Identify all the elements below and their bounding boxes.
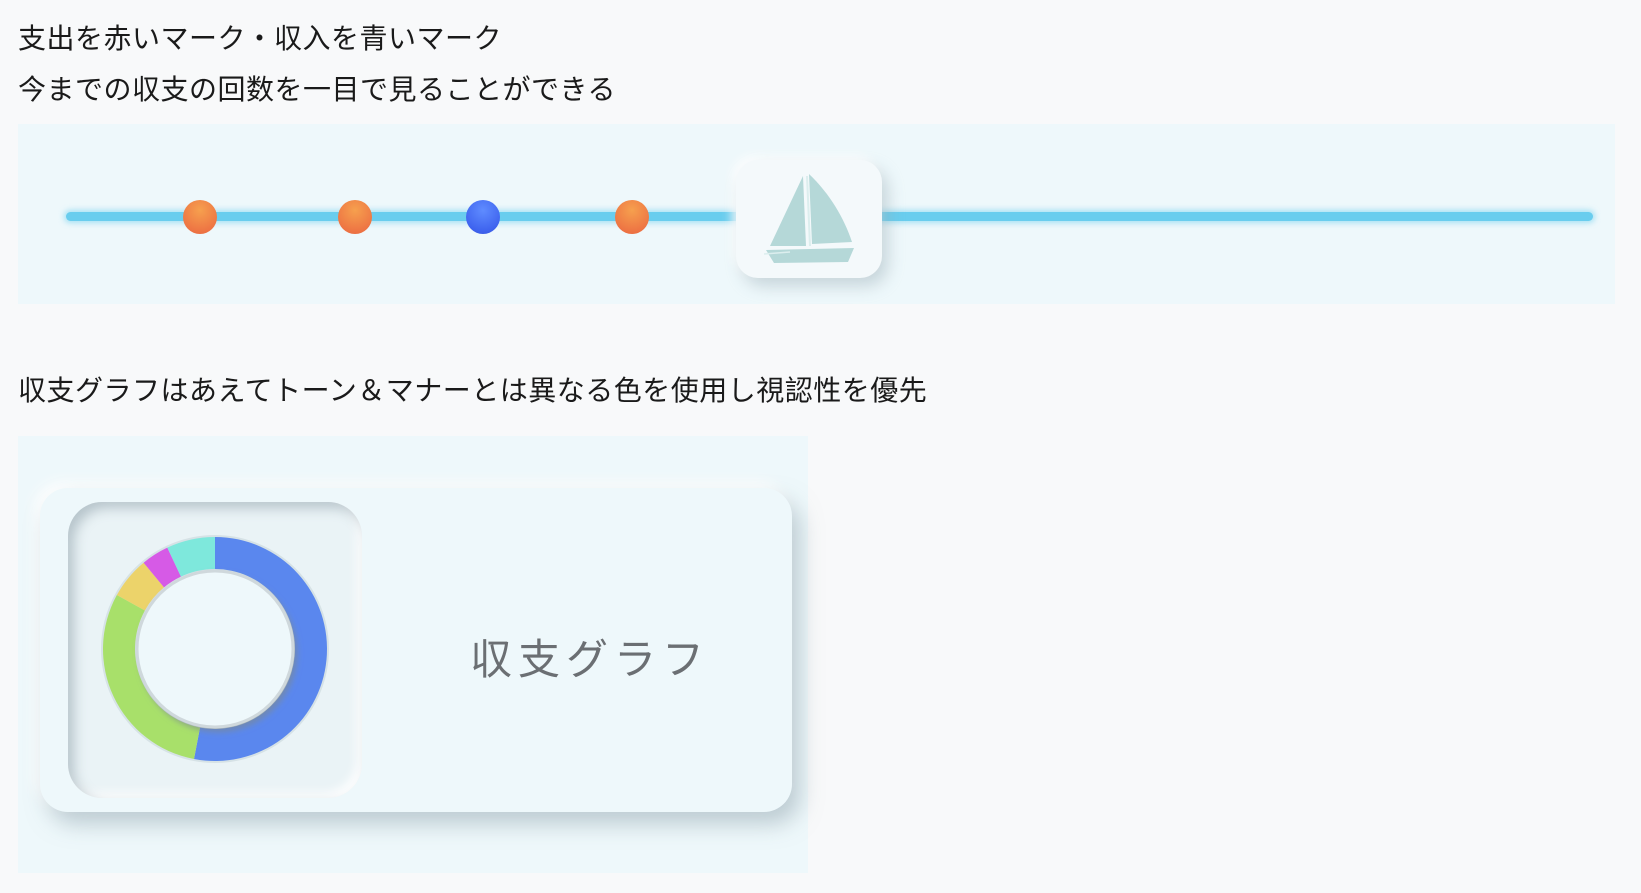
graph-panel: 収支グラフ [18, 436, 808, 873]
graph-card-label: 収支グラフ [470, 635, 711, 684]
expense-marker[interactable] [615, 200, 649, 234]
income-marker[interactable] [466, 200, 500, 234]
timeline-panel [18, 124, 1615, 304]
donut-center [135, 569, 295, 729]
caption-history-count: 今までの収支の回数を一目で見ることができる [18, 73, 616, 106]
sailboat-icon [763, 174, 854, 263]
balance-graph-card[interactable]: 収支グラフ [40, 488, 792, 812]
caption-expense-income-marks: 支出を赤いマーク・収入を青いマーク [18, 22, 502, 55]
progress-handle[interactable] [736, 160, 882, 278]
expense-marker[interactable] [338, 200, 372, 234]
donut-chart-frame [68, 502, 362, 798]
donut-chart [101, 535, 329, 763]
expense-marker[interactable] [183, 200, 217, 234]
caption-graph-colors: 収支グラフはあえてトーン＆マナーとは異なる色を使用し視認性を優先 [18, 374, 928, 407]
